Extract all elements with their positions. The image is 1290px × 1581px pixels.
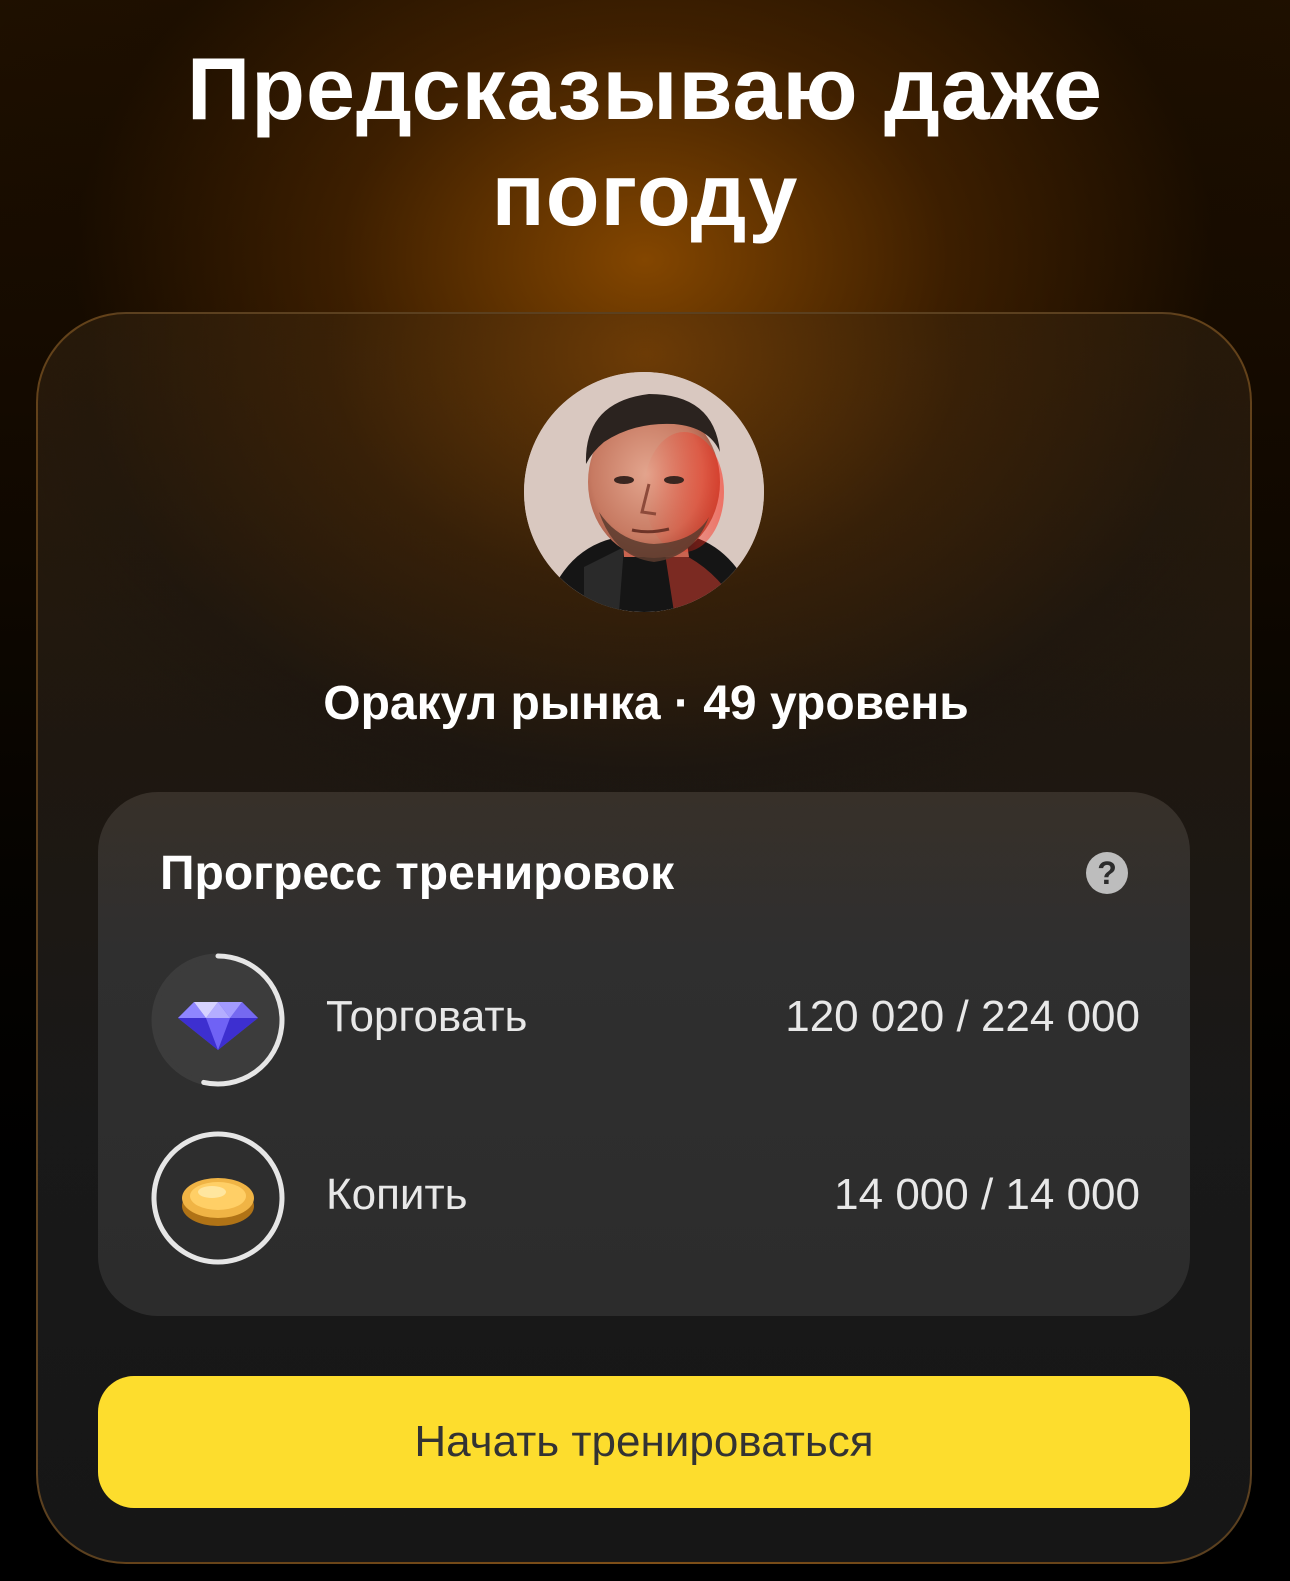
progress-ring (151, 953, 285, 1087)
avatar-portrait-image (524, 372, 764, 612)
progress-label: Копить (326, 1170, 468, 1219)
progress-row-save[interactable]: Копить 14 000 / 14 000 (150, 1130, 1140, 1266)
progress-ring (151, 1131, 285, 1265)
user-title-level: Оракул рынка · 49 уровень (323, 677, 969, 730)
panel-title: Прогресс тренировок (160, 847, 675, 900)
progress-value: 14 000 / 14 000 (834, 1170, 1140, 1219)
headline-line-2: погоду (491, 145, 799, 244)
avatar[interactable] (524, 372, 764, 612)
profile-card: Оракул рынка · 49 уровень Прогресс трени… (36, 312, 1252, 1564)
headline-line-1: Предсказываю даже (187, 39, 1103, 138)
gold-coin-icon (182, 1178, 254, 1226)
training-progress-panel: Прогресс тренировок ? Торговать 120 020 … (98, 792, 1190, 1316)
page-headline: Предсказываю даже погоду (0, 36, 1290, 248)
progress-row-trade[interactable]: Торговать 120 020 / 224 000 (150, 952, 1140, 1088)
question-circle-icon[interactable]: ? (1086, 852, 1128, 894)
start-training-button[interactable]: Начать тренироваться (98, 1376, 1190, 1508)
progress-value: 120 020 / 224 000 (785, 992, 1140, 1041)
progress-label: Торговать (326, 992, 528, 1041)
